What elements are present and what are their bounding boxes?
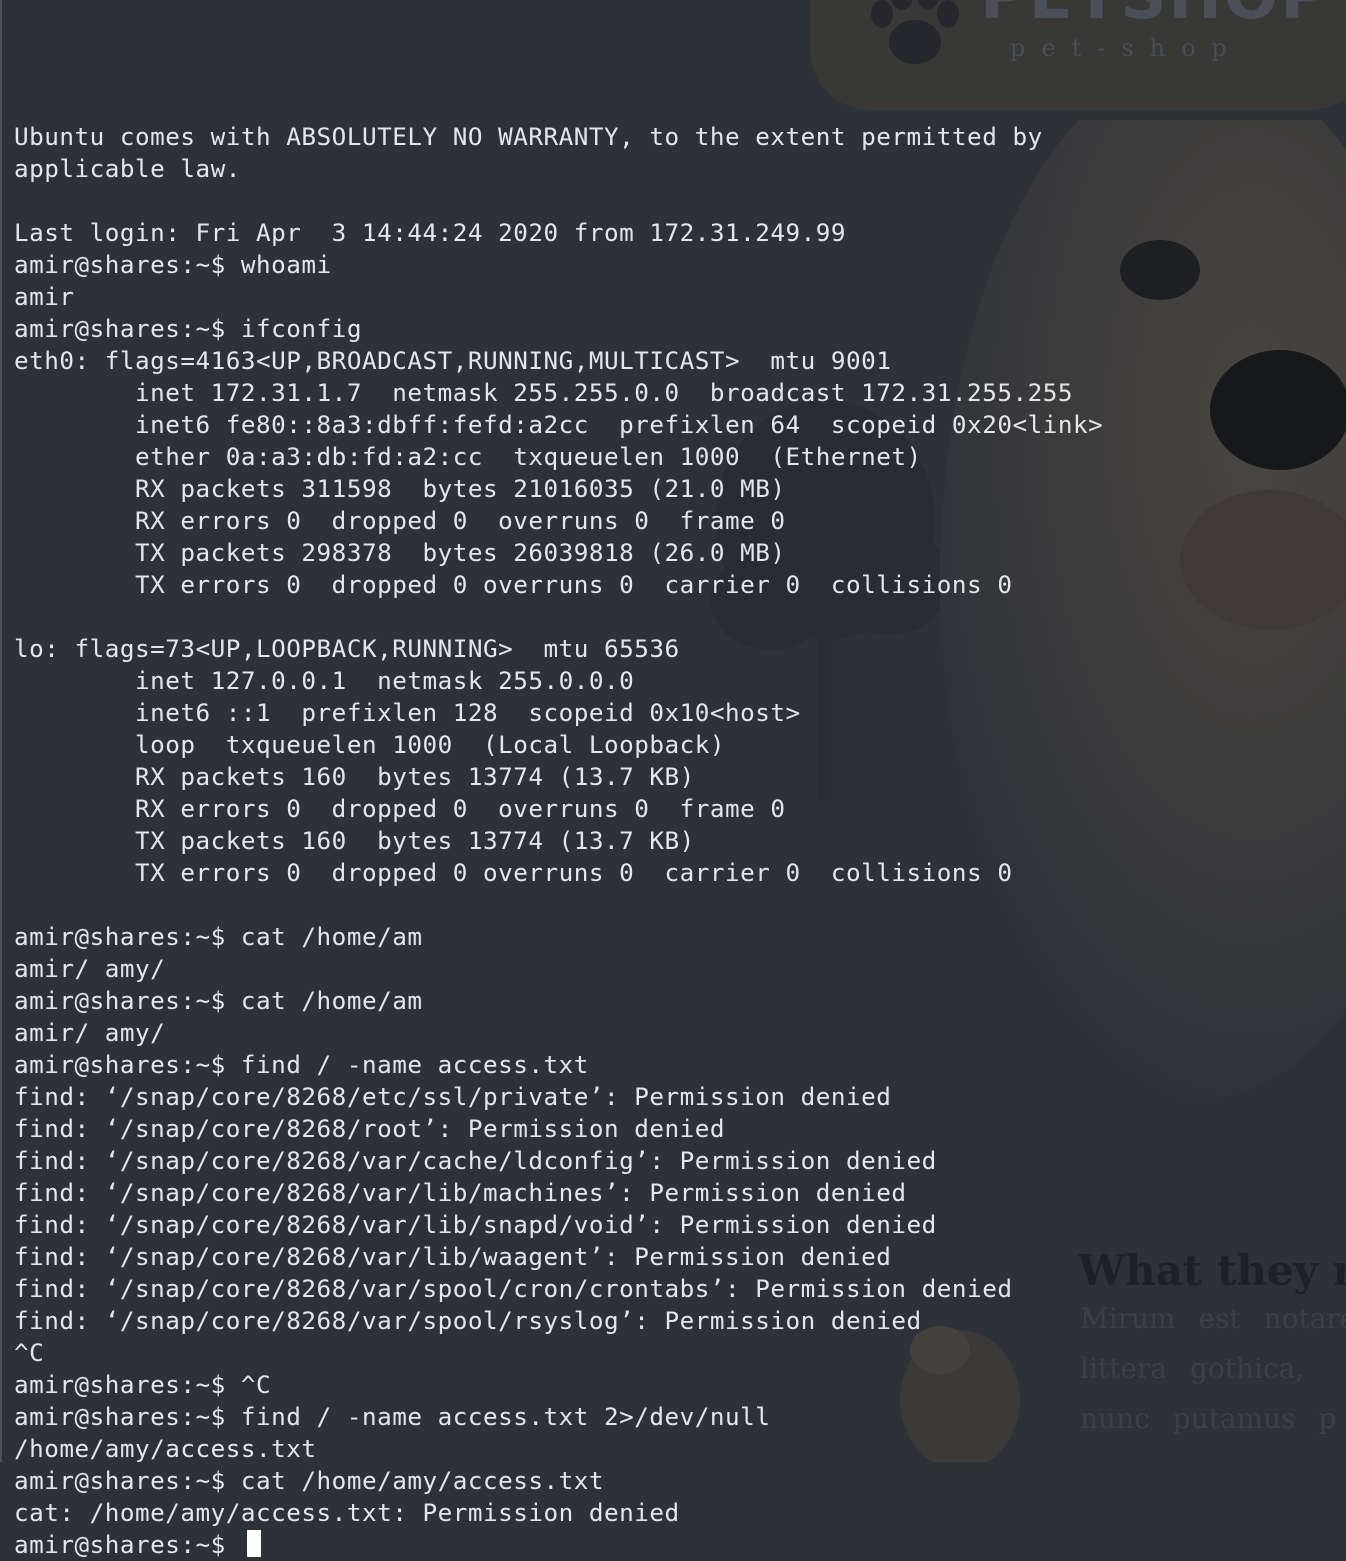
terminal-line: amir@shares:~$ find / -name access.txt — [14, 1050, 589, 1079]
terminal-line: ^C — [14, 1338, 45, 1367]
terminal-line: find: ‘/snap/core/8268/root’: Permission… — [14, 1114, 726, 1143]
terminal-line: find: ‘/snap/core/8268/var/spool/cron/cr… — [14, 1274, 1013, 1303]
terminal-line: ether 0a:a3:db:fd:a2:cc txqueuelen 1000 … — [14, 442, 922, 471]
terminal-line: RX packets 311598 bytes 21016035 (21.0 M… — [14, 474, 786, 503]
terminal-line: find: ‘/snap/core/8268/var/lib/snapd/voi… — [14, 1210, 937, 1239]
terminal-line: lo: flags=73<UP,LOOPBACK,RUNNING> mtu 65… — [14, 634, 680, 663]
terminal-line: find: ‘/snap/core/8268/var/cache/ldconfi… — [14, 1146, 937, 1175]
terminal-prompt-line[interactable]: amir@shares:~$ — [14, 1529, 1103, 1561]
terminal-line: TX errors 0 dropped 0 overruns 0 carrier… — [14, 570, 1013, 599]
terminal-line: /home/amy/access.txt — [14, 1434, 317, 1463]
terminal-line: amir/ amy/ — [14, 1018, 166, 1047]
terminal-line: amir — [14, 282, 75, 311]
terminal-line: TX packets 160 bytes 13774 (13.7 KB) — [14, 826, 695, 855]
terminal-prompt: amir@shares:~$ — [14, 1530, 241, 1559]
terminal-line: amir@shares:~$ ifconfig — [14, 314, 362, 343]
terminal-line: cat: /home/amy/access.txt: Permission de… — [14, 1498, 680, 1527]
text-cursor[interactable] — [246, 1530, 261, 1557]
terminal-line: find: ‘/snap/core/8268/etc/ssl/private’:… — [14, 1082, 892, 1111]
terminal-line: amir/ amy/ — [14, 954, 166, 983]
terminal-line: amir@shares:~$ find / -name access.txt 2… — [14, 1402, 771, 1431]
terminal-line: applicable law. — [14, 154, 241, 183]
terminal-line: RX errors 0 dropped 0 overruns 0 frame 0 — [14, 506, 786, 535]
terminal-line: inet6 ::1 prefixlen 128 scopeid 0x10<hos… — [14, 698, 801, 727]
terminal-output[interactable]: Ubuntu comes with ABSOLUTELY NO WARRANTY… — [14, 25, 1103, 1561]
terminal-line: TX errors 0 dropped 0 overruns 0 carrier… — [14, 858, 1013, 887]
terminal-line: inet 127.0.0.1 netmask 255.0.0.0 — [14, 666, 635, 695]
terminal-line: inet6 fe80::8a3:dbff:fefd:a2cc prefixlen… — [14, 410, 1104, 439]
terminal-line: amir@shares:~$ cat /home/amy/access.txt — [14, 1466, 604, 1495]
terminal-line: inet 172.31.1.7 netmask 255.255.0.0 broa… — [14, 378, 1073, 407]
terminal-line: RX packets 160 bytes 13774 (13.7 KB) — [14, 762, 695, 791]
terminal-window[interactable]: Ubuntu comes with ABSOLUTELY NO WARRANTY… — [0, 0, 1346, 1559]
terminal-line: find: ‘/snap/core/8268/var/lib/waagent’:… — [14, 1242, 892, 1271]
terminal-line: loop txqueuelen 1000 (Local Loopback) — [14, 730, 726, 759]
terminal-line: Ubuntu comes with ABSOLUTELY NO WARRANTY… — [14, 122, 1043, 151]
terminal-line: amir@shares:~$ ^C — [14, 1370, 272, 1399]
terminal-line: Last login: Fri Apr 3 14:44:24 2020 from… — [14, 218, 847, 247]
terminal-line: amir@shares:~$ cat /home/am — [14, 986, 423, 1015]
terminal-line: amir@shares:~$ whoami — [14, 250, 332, 279]
terminal-line: RX errors 0 dropped 0 overruns 0 frame 0 — [14, 794, 786, 823]
terminal-line: find: ‘/snap/core/8268/var/spool/rsyslog… — [14, 1306, 922, 1335]
terminal-line: amir@shares:~$ cat /home/am — [14, 922, 423, 951]
terminal-line: find: ‘/snap/core/8268/var/lib/machines’… — [14, 1178, 907, 1207]
terminal-line: TX packets 298378 bytes 26039818 (26.0 M… — [14, 538, 786, 567]
terminal-line: eth0: flags=4163<UP,BROADCAST,RUNNING,MU… — [14, 346, 892, 375]
